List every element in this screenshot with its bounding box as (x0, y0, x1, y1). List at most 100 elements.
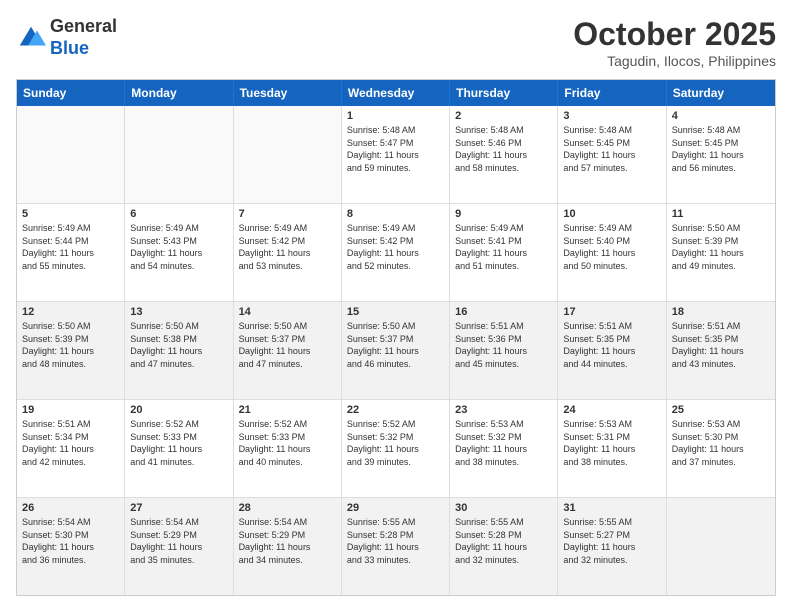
day-number: 16 (455, 306, 552, 318)
day-number: 29 (347, 502, 444, 514)
day-cell: 21Sunrise: 5:52 AM Sunset: 5:33 PM Dayli… (234, 400, 342, 497)
day-info: Sunrise: 5:54 AM Sunset: 5:29 PM Dayligh… (239, 516, 336, 566)
day-cell: 25Sunrise: 5:53 AM Sunset: 5:30 PM Dayli… (667, 400, 775, 497)
day-number: 13 (130, 306, 227, 318)
calendar-body: 1 Sunrise: 5:48 AM Sunset: 5:47 PM Daylig… (17, 106, 775, 595)
day-number: 6 (130, 208, 227, 220)
subtitle: Tagudin, Ilocos, Philippines (573, 53, 776, 69)
day-number: 28 (239, 502, 336, 514)
day-cell (667, 498, 775, 595)
day-info: Sunrise: 5:48 AM Sunset: 5:46 PM Dayligh… (455, 124, 552, 174)
day-info: Sunrise: 5:50 AM Sunset: 5:37 PM Dayligh… (347, 320, 444, 370)
day-info: Sunrise: 5:50 AM Sunset: 5:37 PM Dayligh… (239, 320, 336, 370)
week-row-2: 5 Sunrise: 5:49 AM Sunset: 5:44 PM Daylig… (17, 203, 775, 301)
day-number: 17 (563, 306, 660, 318)
day-number: 22 (347, 404, 444, 416)
day-info: Sunrise: 5:51 AM Sunset: 5:34 PM Dayligh… (22, 418, 119, 468)
day-cell: 27 Sunrise: 5:54 AM Sunset: 5:29 PM Dayli… (125, 498, 233, 595)
day-cell: 1 Sunrise: 5:48 AM Sunset: 5:47 PM Daylig… (342, 106, 450, 203)
day-cell: 13 Sunrise: 5:50 AM Sunset: 5:38 PM Dayli… (125, 302, 233, 399)
day-info: Sunrise: 5:48 AM Sunset: 5:45 PM Dayligh… (672, 124, 770, 174)
day-info: Sunrise: 5:48 AM Sunset: 5:45 PM Dayligh… (563, 124, 660, 174)
day-info: Sunrise: 5:53 AM Sunset: 5:30 PM Dayligh… (672, 418, 770, 468)
day-cell: 3 Sunrise: 5:48 AM Sunset: 5:45 PM Daylig… (558, 106, 666, 203)
week-row-5: 26 Sunrise: 5:54 AM Sunset: 5:30 PM Dayli… (17, 497, 775, 595)
day-cell (125, 106, 233, 203)
day-cell: 19 Sunrise: 5:51 AM Sunset: 5:34 PM Dayli… (17, 400, 125, 497)
day-number: 27 (130, 502, 227, 514)
day-info: Sunrise: 5:53 AM Sunset: 5:31 PM Dayligh… (563, 418, 660, 468)
day-name-thursday: Thursday (450, 80, 558, 106)
day-number: 9 (455, 208, 552, 220)
day-info: Sunrise: 5:49 AM Sunset: 5:44 PM Dayligh… (22, 222, 119, 272)
day-cell: 10 Sunrise: 5:49 AM Sunset: 5:40 PM Dayli… (558, 204, 666, 301)
day-name-wednesday: Wednesday (342, 80, 450, 106)
day-number: 20 (130, 404, 227, 416)
day-number: 26 (22, 502, 119, 514)
day-cell: 12Sunrise: 5:50 AM Sunset: 5:39 PM Dayli… (17, 302, 125, 399)
day-info: Sunrise: 5:54 AM Sunset: 5:30 PM Dayligh… (22, 516, 119, 566)
day-cell: 20 Sunrise: 5:52 AM Sunset: 5:33 PM Dayli… (125, 400, 233, 497)
logo-blue: Blue (50, 38, 117, 60)
day-info: Sunrise: 5:50 AM Sunset: 5:38 PM Dayligh… (130, 320, 227, 370)
day-info: Sunrise: 5:52 AM Sunset: 5:33 PM Dayligh… (239, 418, 336, 468)
day-cell: 6 Sunrise: 5:49 AM Sunset: 5:43 PM Daylig… (125, 204, 233, 301)
day-info: Sunrise: 5:48 AM Sunset: 5:47 PM Dayligh… (347, 124, 444, 174)
day-cell: 31 Sunrise: 5:55 AM Sunset: 5:27 PM Dayli… (558, 498, 666, 595)
calendar-header: SundayMondayTuesdayWednesdayThursdayFrid… (17, 80, 775, 106)
week-row-1: 1 Sunrise: 5:48 AM Sunset: 5:47 PM Daylig… (17, 106, 775, 203)
day-info: Sunrise: 5:49 AM Sunset: 5:43 PM Dayligh… (130, 222, 227, 272)
day-cell: 15Sunrise: 5:50 AM Sunset: 5:37 PM Dayli… (342, 302, 450, 399)
day-info: Sunrise: 5:55 AM Sunset: 5:28 PM Dayligh… (455, 516, 552, 566)
day-number: 5 (22, 208, 119, 220)
day-cell: 5 Sunrise: 5:49 AM Sunset: 5:44 PM Daylig… (17, 204, 125, 301)
day-number: 14 (239, 306, 336, 318)
day-number: 19 (22, 404, 119, 416)
day-cell (17, 106, 125, 203)
day-number: 31 (563, 502, 660, 514)
day-name-friday: Friday (558, 80, 666, 106)
day-info: Sunrise: 5:54 AM Sunset: 5:29 PM Dayligh… (130, 516, 227, 566)
day-cell (234, 106, 342, 203)
month-title: October 2025 (573, 16, 776, 53)
day-cell: 24 Sunrise: 5:53 AM Sunset: 5:31 PM Dayli… (558, 400, 666, 497)
day-cell: 7 Sunrise: 5:49 AM Sunset: 5:42 PM Daylig… (234, 204, 342, 301)
day-cell: 2 Sunrise: 5:48 AM Sunset: 5:46 PM Daylig… (450, 106, 558, 203)
day-number: 24 (563, 404, 660, 416)
day-info: Sunrise: 5:55 AM Sunset: 5:27 PM Dayligh… (563, 516, 660, 566)
day-number: 30 (455, 502, 552, 514)
day-cell: 14 Sunrise: 5:50 AM Sunset: 5:37 PM Dayli… (234, 302, 342, 399)
day-number: 18 (672, 306, 770, 318)
day-info: Sunrise: 5:49 AM Sunset: 5:42 PM Dayligh… (347, 222, 444, 272)
day-cell: 4Sunrise: 5:48 AM Sunset: 5:45 PM Daylig… (667, 106, 775, 203)
day-number: 2 (455, 110, 552, 122)
day-number: 3 (563, 110, 660, 122)
day-info: Sunrise: 5:49 AM Sunset: 5:42 PM Dayligh… (239, 222, 336, 272)
day-number: 1 (347, 110, 444, 122)
calendar: SundayMondayTuesdayWednesdayThursdayFrid… (16, 79, 776, 596)
day-info: Sunrise: 5:51 AM Sunset: 5:35 PM Dayligh… (563, 320, 660, 370)
day-info: Sunrise: 5:49 AM Sunset: 5:40 PM Dayligh… (563, 222, 660, 272)
day-info: Sunrise: 5:53 AM Sunset: 5:32 PM Dayligh… (455, 418, 552, 468)
day-number: 11 (672, 208, 770, 220)
day-cell: 29Sunrise: 5:55 AM Sunset: 5:28 PM Dayli… (342, 498, 450, 595)
day-name-tuesday: Tuesday (234, 80, 342, 106)
day-info: Sunrise: 5:50 AM Sunset: 5:39 PM Dayligh… (672, 222, 770, 272)
day-name-monday: Monday (125, 80, 233, 106)
day-cell: 18 Sunrise: 5:51 AM Sunset: 5:35 PM Dayli… (667, 302, 775, 399)
day-info: Sunrise: 5:50 AM Sunset: 5:39 PM Dayligh… (22, 320, 119, 370)
day-number: 23 (455, 404, 552, 416)
day-name-sunday: Sunday (17, 80, 125, 106)
day-cell: 26 Sunrise: 5:54 AM Sunset: 5:30 PM Dayli… (17, 498, 125, 595)
week-row-4: 19 Sunrise: 5:51 AM Sunset: 5:34 PM Dayli… (17, 399, 775, 497)
day-info: Sunrise: 5:51 AM Sunset: 5:35 PM Dayligh… (672, 320, 770, 370)
day-number: 10 (563, 208, 660, 220)
day-number: 8 (347, 208, 444, 220)
logo: General Blue (16, 16, 117, 59)
day-cell: 11 Sunrise: 5:50 AM Sunset: 5:39 PM Dayli… (667, 204, 775, 301)
day-number: 7 (239, 208, 336, 220)
day-info: Sunrise: 5:49 AM Sunset: 5:41 PM Dayligh… (455, 222, 552, 272)
day-cell: 30 Sunrise: 5:55 AM Sunset: 5:28 PM Dayli… (450, 498, 558, 595)
day-cell: 16Sunrise: 5:51 AM Sunset: 5:36 PM Dayli… (450, 302, 558, 399)
day-info: Sunrise: 5:52 AM Sunset: 5:33 PM Dayligh… (130, 418, 227, 468)
